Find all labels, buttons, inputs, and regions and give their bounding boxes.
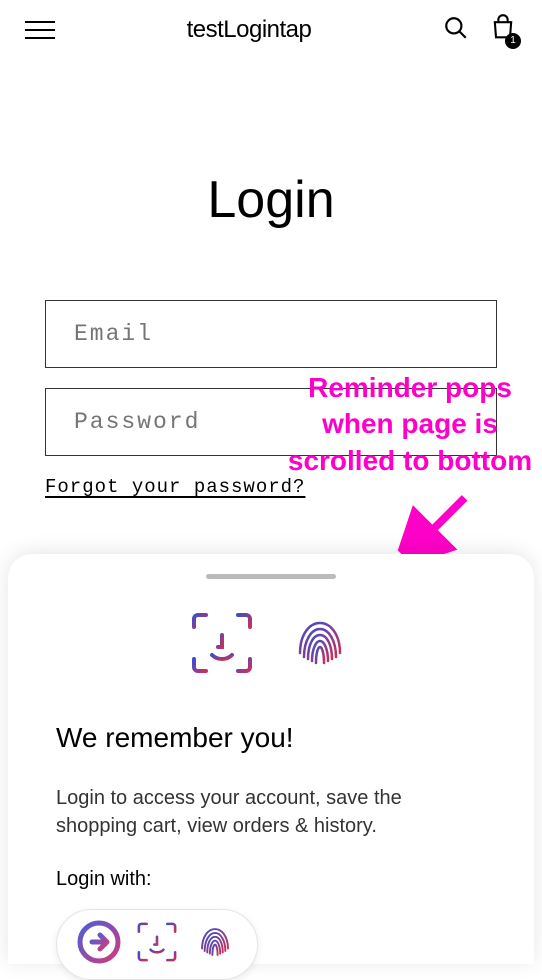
cart-badge: 1 <box>505 33 521 49</box>
search-icon[interactable] <box>443 15 469 46</box>
bottom-sheet: We remember you! Login to access your ac… <box>8 554 534 964</box>
sheet-description: Login to access your account, save the s… <box>56 784 486 840</box>
page-title: Login <box>0 170 542 230</box>
fingerprint-icon <box>286 609 354 682</box>
menu-icon[interactable] <box>25 21 55 39</box>
cart-icon[interactable]: 1 <box>489 14 517 47</box>
sheet-title: We remember you! <box>56 722 486 754</box>
drag-handle[interactable] <box>206 574 336 579</box>
header: testLogintap 1 <box>0 0 542 60</box>
face-id-small-icon <box>135 920 179 969</box>
biometric-login-button[interactable] <box>56 909 258 980</box>
email-field[interactable] <box>45 300 497 368</box>
brand-title: testLogintap <box>187 16 312 44</box>
face-id-icon <box>188 609 256 682</box>
fingerprint-small-icon <box>193 920 237 969</box>
enter-icon <box>77 920 121 969</box>
login-with-label: Login with: <box>56 868 486 891</box>
annotation-reminder: Reminder pops when page is scrolled to b… <box>280 370 540 479</box>
